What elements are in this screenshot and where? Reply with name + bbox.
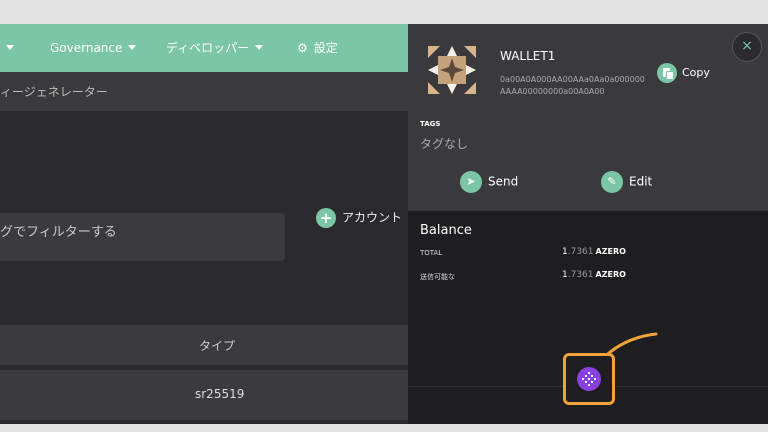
table-row[interactable]: sr25519 (0, 370, 410, 420)
tags-label: TAGS (420, 120, 441, 128)
cell-type: sr25519 (195, 387, 245, 401)
column-header-type: タイプ (199, 339, 236, 353)
add-account-button[interactable]: + アカウント (316, 208, 402, 230)
chevron-down-icon (6, 45, 14, 50)
nav-item-settings[interactable]: ⚙ 設定 (297, 24, 338, 72)
transferable-label: 送信可能な (420, 273, 455, 281)
extension-highlight (563, 353, 615, 405)
balance-title: Balance (420, 223, 472, 238)
account-details: × WALLET1 0a00A0A000AA00AAa0Aa0a000000AA… (408, 24, 768, 211)
edit-label: Edit (629, 174, 653, 189)
subwallet-extension-icon[interactable] (577, 367, 601, 391)
tag-filter-placeholder: グでフィルターする (0, 225, 117, 240)
add-account-label: アカウント (342, 210, 403, 225)
send-label: Send (488, 174, 519, 189)
total-decimals: .7361 (567, 247, 594, 257)
wallet-address: 0a00A0A000AA00AAa0Aa0a000000AAAA00000000… (500, 75, 645, 96)
close-button[interactable]: × (732, 32, 762, 62)
copy-icon (657, 63, 677, 83)
total-label: TOTAL (420, 249, 443, 257)
send-button[interactable]: ➤ Send (460, 171, 518, 193)
edit-icon: ✎ (601, 171, 623, 193)
subnav-item-vanity-generator[interactable]: ィージェネレーター (0, 83, 108, 100)
chevron-down-icon (255, 45, 264, 50)
tags-value[interactable]: タグなし (420, 135, 468, 152)
tag-filter-input[interactable]: グでフィルターする (0, 213, 285, 261)
transferable-balance: 1.7361 AZERO (562, 270, 626, 280)
nav-developer-label: ディベロッパー (166, 41, 250, 55)
total-unit: AZERO (595, 247, 626, 256)
chevron-down-icon (128, 45, 137, 50)
nav-item-developer[interactable]: ディベロッパー (166, 24, 264, 72)
copy-address-button[interactable]: Copy (657, 63, 710, 83)
total-balance: 1.7361 AZERO (562, 247, 626, 257)
transferable-decimals: .7361 (567, 270, 594, 280)
nav-item-prev-dropdown[interactable] (0, 24, 14, 72)
gears-icon: ⚙ (297, 41, 308, 55)
transferable-unit: AZERO (595, 270, 626, 279)
diamond-grid-icon (582, 372, 596, 386)
edit-button[interactable]: ✎ Edit (601, 171, 652, 193)
copy-label: Copy (682, 66, 710, 79)
table-header: タイプ (0, 325, 410, 365)
wallet-name: WALLET1 (500, 49, 556, 63)
nav-governance-label: Governance (50, 41, 123, 55)
nav-item-governance[interactable]: Governance (50, 24, 137, 72)
nav-settings-label: 設定 (313, 41, 338, 55)
paper-plane-icon: ➤ (460, 171, 482, 193)
plus-icon: + (316, 208, 336, 228)
wallet-identicon-icon (424, 42, 480, 98)
